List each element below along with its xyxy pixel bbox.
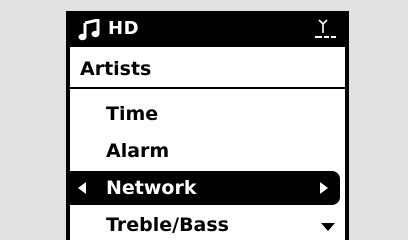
menu-item-label: Alarm [106, 140, 170, 162]
left-arrow-icon[interactable] [78, 182, 86, 194]
menu-item-label: Network [106, 177, 197, 199]
menu-item-label: Time [106, 103, 159, 125]
right-arrow-icon[interactable] [320, 182, 328, 194]
header-title: Artists [80, 58, 152, 80]
header-box: Artists [70, 51, 345, 89]
menu-item-network[interactable]: Network [70, 171, 340, 205]
scroll-down-icon[interactable] [321, 223, 335, 231]
device-screen: HD Artists Time Alarm Network Treble/Bas… [66, 11, 349, 240]
music-note-icon [78, 19, 100, 41]
antenna-signal-icon [315, 19, 336, 38]
status-bar: HD [70, 11, 345, 47]
source-label: HD [108, 18, 140, 39]
menu-item-time[interactable]: Time [70, 97, 345, 131]
menu-item-label: Treble/Bass [106, 214, 229, 236]
menu-item-treble-bass[interactable]: Treble/Bass [70, 208, 345, 240]
menu-item-alarm[interactable]: Alarm [70, 134, 345, 168]
